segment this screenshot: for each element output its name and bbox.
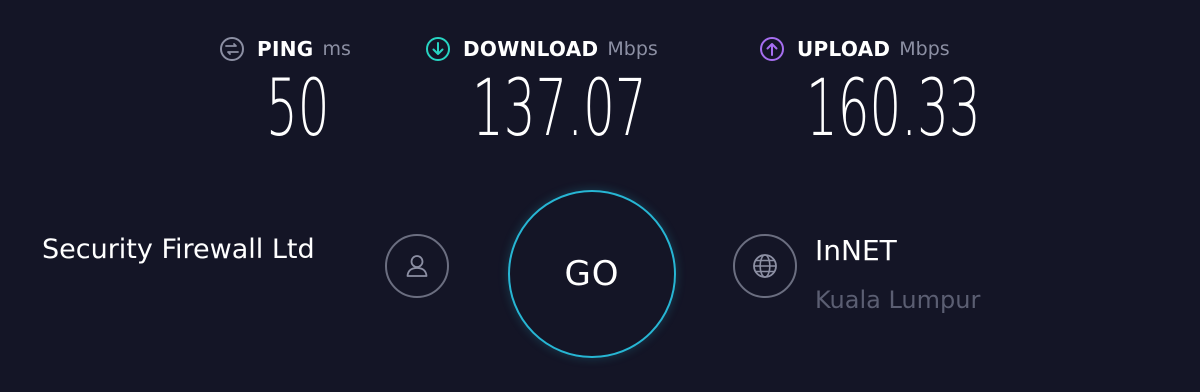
ping-header: PING ms — [219, 36, 351, 62]
server-name[interactable]: InNET — [815, 234, 897, 267]
provider-name: Security Firewall Ltd — [42, 234, 315, 265]
ping-value: 50 — [266, 64, 330, 154]
upload-title: UPLOAD — [797, 37, 891, 61]
globe-icon[interactable] — [733, 234, 797, 298]
server-location[interactable]: Kuala Lumpur — [815, 286, 980, 314]
download-header: DOWNLOAD Mbps — [425, 36, 658, 62]
ping-unit: ms — [322, 38, 351, 60]
upload-header: UPLOAD Mbps — [759, 36, 950, 62]
go-label: GO — [564, 254, 620, 294]
upload-arrow-icon — [759, 36, 785, 62]
upload-value: 160.33 — [806, 64, 981, 154]
user-icon[interactable] — [385, 234, 449, 298]
download-title: DOWNLOAD — [463, 37, 599, 61]
download-unit: Mbps — [607, 38, 658, 60]
go-button[interactable]: GO — [508, 190, 676, 358]
ping-icon — [219, 36, 245, 62]
ping-title: PING — [257, 37, 314, 61]
download-value: 137.07 — [472, 64, 647, 154]
upload-unit: Mbps — [899, 38, 950, 60]
download-arrow-icon — [425, 36, 451, 62]
